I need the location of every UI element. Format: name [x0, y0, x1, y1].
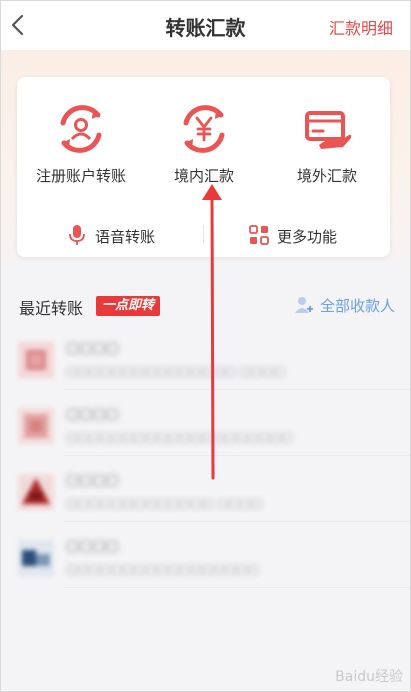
function-label: 注册账户转账 — [35, 167, 126, 185]
divider — [203, 225, 204, 243]
baidu-jingyan-watermark: Baidu经验 — [335, 669, 403, 685]
grid-more-icon — [249, 225, 269, 245]
registered-account-transfer-button[interactable]: 注册账户转账 — [19, 101, 143, 201]
contact-name: ▢▢▢▢ — [66, 472, 119, 488]
contact-name: ▢▢▢▢ — [66, 406, 119, 422]
overseas-remittance-icon — [305, 111, 352, 149]
remittance-details-link[interactable]: 汇款明细 — [329, 15, 393, 39]
top-bar: 转账汇款 汇款明细 — [0, 0, 411, 50]
contact-account: ▢▢▢▢▢▢▢▢▢▢▢▢▢▢▢▢▢ — [66, 562, 259, 576]
all-payees-label: 全部收款人 — [319, 297, 395, 315]
registered-account-transfer-icon — [60, 105, 102, 153]
list-item[interactable]: ▢▢▢▢ ▢▢▢▢▢▢▢▢▢▢▢▢▢▢▢▢▢▢▢▢ — [0, 390, 411, 456]
function-label: 境内汇款 — [173, 167, 234, 185]
contact-account: ▢▢▢▢▢▢▢▢▢▢▢▢▢▢▢ ▢▢▢▢ — [66, 364, 286, 378]
microphone-icon — [69, 225, 85, 245]
avatar — [18, 342, 54, 378]
function-label: 境外汇款 — [296, 167, 357, 185]
transfer-functions-card: 注册账户转账 境内汇款 境外汇款 语音转账 更多功能 — [17, 77, 390, 257]
avatar — [18, 408, 54, 444]
voice-transfer-label: 语音转账 — [95, 228, 156, 246]
domestic-remittance-icon — [183, 105, 225, 153]
payees-icon — [294, 297, 313, 313]
list-item[interactable]: ▢▢▢▢ ▢▢▢▢▢▢▢▢▢▢▢▢▢ ▢▢▢▢ — [0, 456, 411, 522]
divider — [64, 587, 411, 588]
all-payees-link[interactable]: 全部收款人 — [294, 295, 395, 316]
contact-name: ▢▢▢▢ — [66, 538, 119, 554]
domestic-remittance-button[interactable]: 境内汇款 — [142, 101, 266, 201]
contact-account: ▢▢▢▢▢▢▢▢▢▢▢▢▢▢▢▢▢▢▢▢ — [66, 430, 293, 444]
contact-name: ▢▢▢▢ — [66, 340, 119, 356]
contact-account: ▢▢▢▢▢▢▢▢▢▢▢▢▢ ▢▢▢▢ — [66, 496, 263, 510]
list-item[interactable]: ▢▢▢▢ ▢▢▢▢▢▢▢▢▢▢▢▢▢▢▢ ▢▢▢▢ — [0, 324, 411, 390]
more-functions-label: 更多功能 — [277, 228, 338, 246]
avatar — [18, 474, 54, 510]
one-tap-transfer-badge: 一点即转 — [96, 296, 161, 316]
list-item[interactable]: ▢▢▢▢ ▢▢▢▢▢▢▢▢▢▢▢▢▢▢▢▢▢ — [0, 522, 411, 588]
recent-transfers-title: 最近转账 — [19, 299, 84, 318]
overseas-remittance-button[interactable]: 境外汇款 — [265, 101, 389, 201]
avatar — [18, 540, 54, 576]
